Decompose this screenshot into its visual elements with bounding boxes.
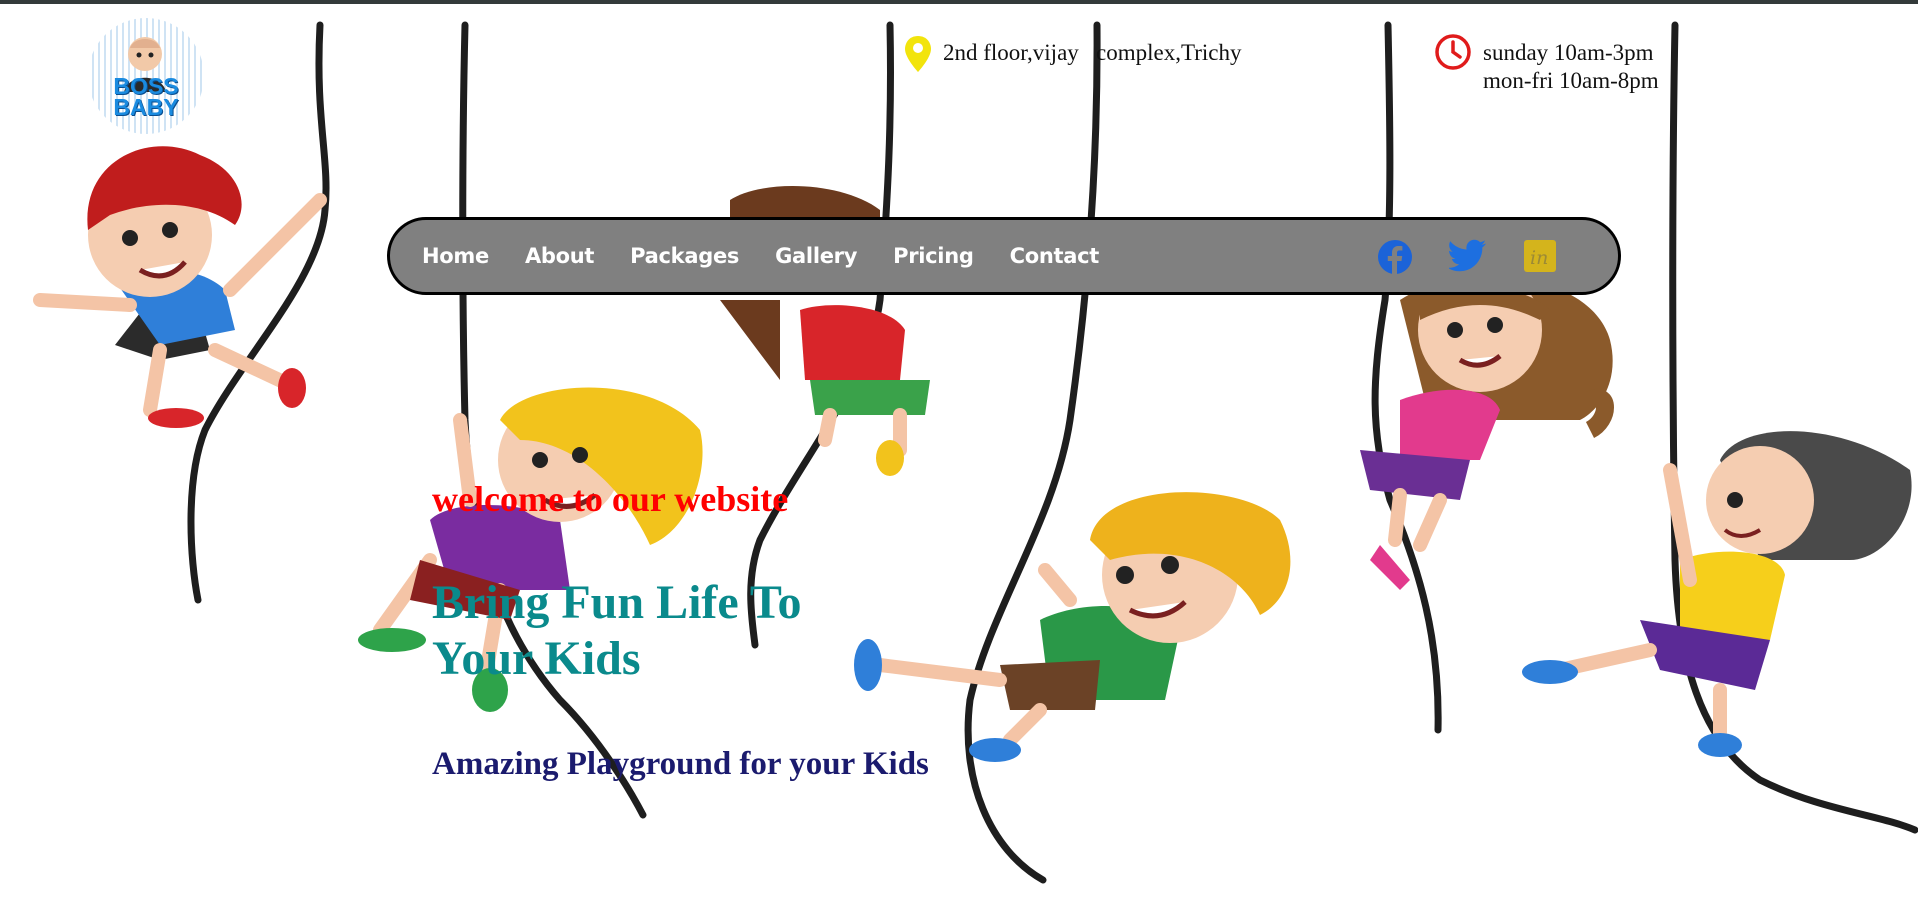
nav-links: Home About Packages Gallery Pricing Cont… xyxy=(422,220,1135,292)
main-nav: Home About Packages Gallery Pricing Cont… xyxy=(387,217,1621,295)
hero-tagline: Amazing Playground for your Kids xyxy=(432,746,929,782)
twitter-icon[interactable] xyxy=(1449,239,1487,273)
location-pin-icon xyxy=(905,36,931,72)
address-text: 2nd floor,vijay complex,Trichy xyxy=(943,40,1242,65)
hours-weekdays: mon-fri 10am-8pm xyxy=(1483,68,1659,93)
rope xyxy=(1669,21,1918,834)
kid-climber-4 xyxy=(854,492,1291,762)
svg-text:in: in xyxy=(1530,247,1548,269)
nav-gallery[interactable]: Gallery xyxy=(775,244,857,268)
background-illustration xyxy=(33,21,1918,884)
nav-pricing[interactable]: Pricing xyxy=(893,244,974,268)
kid-climber-1 xyxy=(33,146,327,428)
hours-weekend: sunday 10am-3pm xyxy=(1483,40,1654,65)
nav-about[interactable]: About xyxy=(525,244,595,268)
opening-hours: sunday 10am-3pm mon-fri 10am-8pm xyxy=(1483,39,1659,95)
hero-headline: Bring Fun Life To Your Kids xyxy=(432,576,802,685)
logo[interactable]: BOSS BABY xyxy=(88,18,204,134)
facebook-icon[interactable] xyxy=(1377,239,1413,275)
nav-home[interactable]: Home xyxy=(422,244,489,268)
kid-climber-5 xyxy=(1360,268,1614,590)
clock-icon xyxy=(1435,34,1471,70)
logo-text: BOSS BABY xyxy=(113,73,179,120)
nav-packages[interactable]: Packages xyxy=(630,244,739,268)
welcome-text: welcome to our website xyxy=(432,479,789,519)
linkedin-icon[interactable]: in xyxy=(1523,239,1557,273)
kid-climber-6 xyxy=(1522,431,1912,757)
nav-contact[interactable]: Contact xyxy=(1010,244,1100,268)
